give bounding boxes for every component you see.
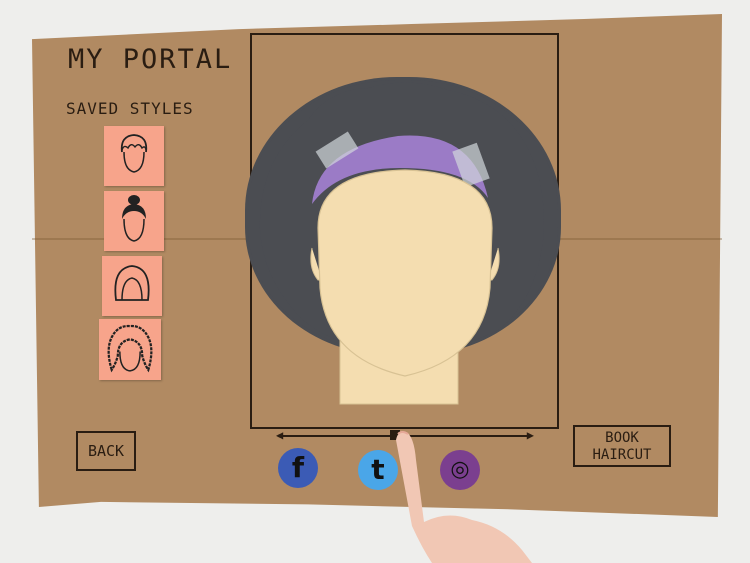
short-curly-hair-icon [120, 134, 148, 173]
long-curly-hair-icon [107, 324, 153, 373]
arrow-left-icon: ◀ [276, 428, 284, 442]
face-cutout [310, 169, 500, 405]
saved-style-long-curly[interactable] [99, 319, 161, 380]
bob-hair-icon [114, 265, 150, 301]
facebook-share-icon[interactable]: f [278, 448, 318, 488]
saved-style-bun[interactable] [104, 191, 164, 251]
back-button[interactable]: BACK [76, 431, 136, 471]
page-title: MY PORTAL [68, 44, 233, 75]
book-label-line1: BOOK [605, 430, 639, 446]
book-label-line2: HAIRCUT [592, 447, 652, 463]
pointing-hand [396, 431, 532, 563]
saved-style-bob[interactable] [102, 256, 162, 316]
bun-hair-icon [122, 195, 146, 242]
saved-styles-heading: SAVED STYLES [66, 99, 194, 118]
book-haircut-button[interactable]: BOOK HAIRCUT [573, 425, 671, 467]
saved-style-short-curly[interactable] [104, 126, 164, 186]
